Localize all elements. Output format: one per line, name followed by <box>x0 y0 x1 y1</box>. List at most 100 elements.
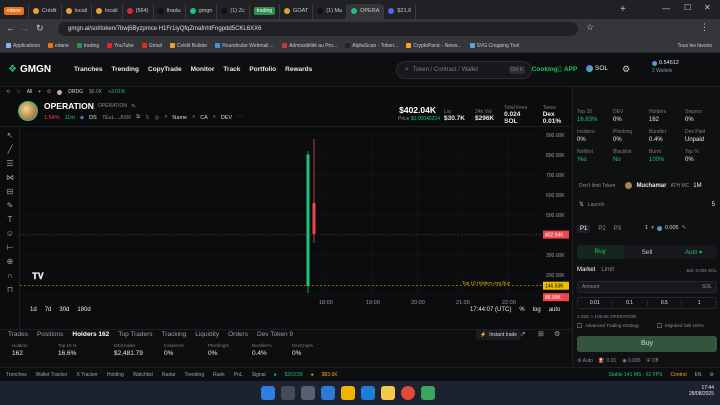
bottom-tab[interactable]: Top Traders <box>118 331 152 338</box>
footer-link[interactable]: Rank <box>213 372 225 378</box>
bookmark-item[interactable]: SVG Cropping Tool <box>469 43 519 49</box>
browser-tab[interactable]: trading <box>250 3 281 19</box>
limit-tab[interactable]: Limit <box>601 267 614 273</box>
browser-tab[interactable]: Crédit <box>29 3 62 19</box>
chrome-icon[interactable] <box>401 386 415 400</box>
globe-icon[interactable]: ◎ <box>155 115 160 121</box>
nav-link-copytrade[interactable]: CopyTrade <box>148 66 182 73</box>
search-dev-icon[interactable]: ⌕ <box>213 114 216 121</box>
mev-setting[interactable]: ⛨ Off <box>647 358 659 364</box>
magnet-tool-icon[interactable]: ∩ <box>5 271 15 281</box>
filter-all[interactable]: All <box>27 89 33 95</box>
ticker-item[interactable]: DRDG <box>68 89 83 95</box>
bookmark-item[interactable]: Roundcube Webmail ... <box>215 43 274 49</box>
bookmark-star-icon[interactable]: ☆ <box>586 22 594 33</box>
quick-amount-button[interactable]: 0.01 <box>578 300 613 306</box>
new-tab-icon[interactable]: + <box>620 4 626 15</box>
edge-icon[interactable] <box>361 386 375 400</box>
bookmark-item[interactable]: YouTube <box>107 43 134 49</box>
more-icon[interactable]: ⋯ <box>237 115 243 121</box>
preset-tab[interactable]: P3 <box>614 226 621 232</box>
history-icon[interactable]: ⟲ <box>6 89 10 95</box>
fib-tool-icon[interactable]: ☰ <box>5 159 15 169</box>
range-7d[interactable]: 7d <box>45 307 52 313</box>
pct-toggle[interactable]: % <box>519 307 524 313</box>
all-bookmarks[interactable]: Tous les favoris <box>678 43 712 49</box>
quick-amount-button[interactable]: 1 <box>682 300 716 306</box>
contract-address[interactable]: 7EuL...JIXR <box>102 115 131 121</box>
app-button[interactable]: ▯ APP <box>558 65 577 74</box>
bookmark-item[interactable]: trading <box>76 43 99 49</box>
bookmark-item[interactable]: Admissibilité au Pro... <box>282 43 337 49</box>
bottom-tab[interactable]: Orders <box>228 331 248 338</box>
chain-selector[interactable]: SOL <box>586 65 608 72</box>
vscode-icon[interactable] <box>321 386 335 400</box>
auto-toggle[interactable]: auto <box>549 307 561 313</box>
zoom-tool-icon[interactable]: ⊕ <box>5 257 15 267</box>
link-dev[interactable]: DEV <box>221 115 232 121</box>
panel-settings-icon[interactable]: ⚙ <box>554 330 560 338</box>
migrated-sell-checkbox[interactable]: Migrated Sell 100% <box>657 323 704 328</box>
bottom-tab[interactable]: Holders 162 <box>72 331 109 338</box>
search-taskbar-icon[interactable] <box>281 386 295 400</box>
close-window-icon[interactable]: ✕ <box>704 3 711 12</box>
range-180d[interactable]: 180d <box>77 307 90 313</box>
edit-icon[interactable]: ✎ <box>131 103 136 110</box>
buy-tab[interactable]: Buy <box>577 245 624 259</box>
auto-tab[interactable]: Auto ▾ <box>670 249 717 256</box>
footer-link[interactable]: Holding <box>107 372 124 378</box>
settings-icon[interactable]: ⚙ <box>622 64 630 75</box>
forward-icon[interactable]: → <box>20 23 29 33</box>
market-tab[interactable]: Market <box>577 267 595 273</box>
maximize-icon[interactable]: ☐ <box>684 3 691 12</box>
browser-tab[interactable]: (1) Ma <box>313 3 348 19</box>
sell-tab[interactable]: Sell <box>624 249 671 256</box>
slot-value[interactable]: 1 <box>645 225 648 231</box>
edit-preset-icon[interactable]: ✎ <box>682 225 687 231</box>
slippage-setting[interactable]: ⛽ 0.01 <box>599 358 616 364</box>
bookmark-item[interactable]: CryptoPanic - News... <box>406 43 462 49</box>
reload-icon[interactable]: ↻ <box>36 23 44 34</box>
brush-tool-icon[interactable]: ✎ <box>5 201 15 211</box>
app-icon[interactable] <box>421 386 435 400</box>
preset-tab[interactable]: P1 <box>577 225 591 233</box>
footer-settings-icon[interactable]: ⚙ <box>710 372 714 378</box>
bottom-tab[interactable]: Dev Token 9 <box>257 331 293 338</box>
ruler-tool-icon[interactable]: ⊢ <box>5 243 15 253</box>
range-30d[interactable]: 30d <box>59 307 69 313</box>
link-ca[interactable]: CA <box>200 115 208 121</box>
filter-icon[interactable]: ⊞ <box>538 330 544 338</box>
priority-setting[interactable]: ◉ 0.005 <box>622 358 640 364</box>
range-1d[interactable]: 1d <box>30 307 37 313</box>
nav-link-tranches[interactable]: Tranches <box>74 66 103 73</box>
browser-tab[interactable]: Itradu <box>154 3 186 19</box>
url-field[interactable]: gmgn.ai/sol/token/7bwj5Byzpmce H1Fr1iyQf… <box>58 22 578 36</box>
star-icon[interactable]: ☆ <box>16 89 20 95</box>
link-name[interactable]: Name <box>172 115 187 121</box>
footer-link[interactable]: Trenches <box>6 372 27 378</box>
quick-amount-button[interactable]: 0.5 <box>648 300 683 306</box>
footer-link[interactable]: Wallet Tracker <box>36 372 68 378</box>
browser-tab[interactable]: gmgn <box>186 3 218 19</box>
browser-tab[interactable]: locali <box>92 3 123 19</box>
nav-link-rewards[interactable]: Rewards <box>285 66 312 73</box>
sol-amount[interactable]: 0.005 <box>665 225 679 231</box>
log-toggle[interactable]: log <box>533 307 541 313</box>
bookmark-item[interactable]: Gmail <box>141 43 162 49</box>
emoji-tool-icon[interactable]: ☺ <box>5 229 15 239</box>
control-label[interactable]: Control <box>670 372 686 378</box>
copy-icon[interactable]: ⧉ <box>136 114 140 121</box>
browser-tab[interactable]: edane <box>0 3 29 19</box>
lock-tool-icon[interactable]: ⊓ <box>5 285 15 295</box>
menu-icon[interactable]: ⋮ <box>700 22 709 33</box>
price-chart[interactable]: 900.00K800.00K700.00K600.00K500.00K400.0… <box>20 127 572 329</box>
bottom-tab[interactable]: Tracking <box>162 331 187 338</box>
footer-link[interactable]: Trending <box>185 372 205 378</box>
buy-button[interactable]: Buy <box>577 336 717 352</box>
back-icon[interactable]: ← <box>6 23 15 33</box>
preset-tab[interactable]: P2 <box>598 226 605 232</box>
bottom-tab[interactable]: Trades <box>8 331 28 338</box>
task-view-icon[interactable] <box>301 386 315 400</box>
browser-tab[interactable]: (564) <box>123 3 154 19</box>
footer-link[interactable]: X Tracker <box>76 372 97 378</box>
